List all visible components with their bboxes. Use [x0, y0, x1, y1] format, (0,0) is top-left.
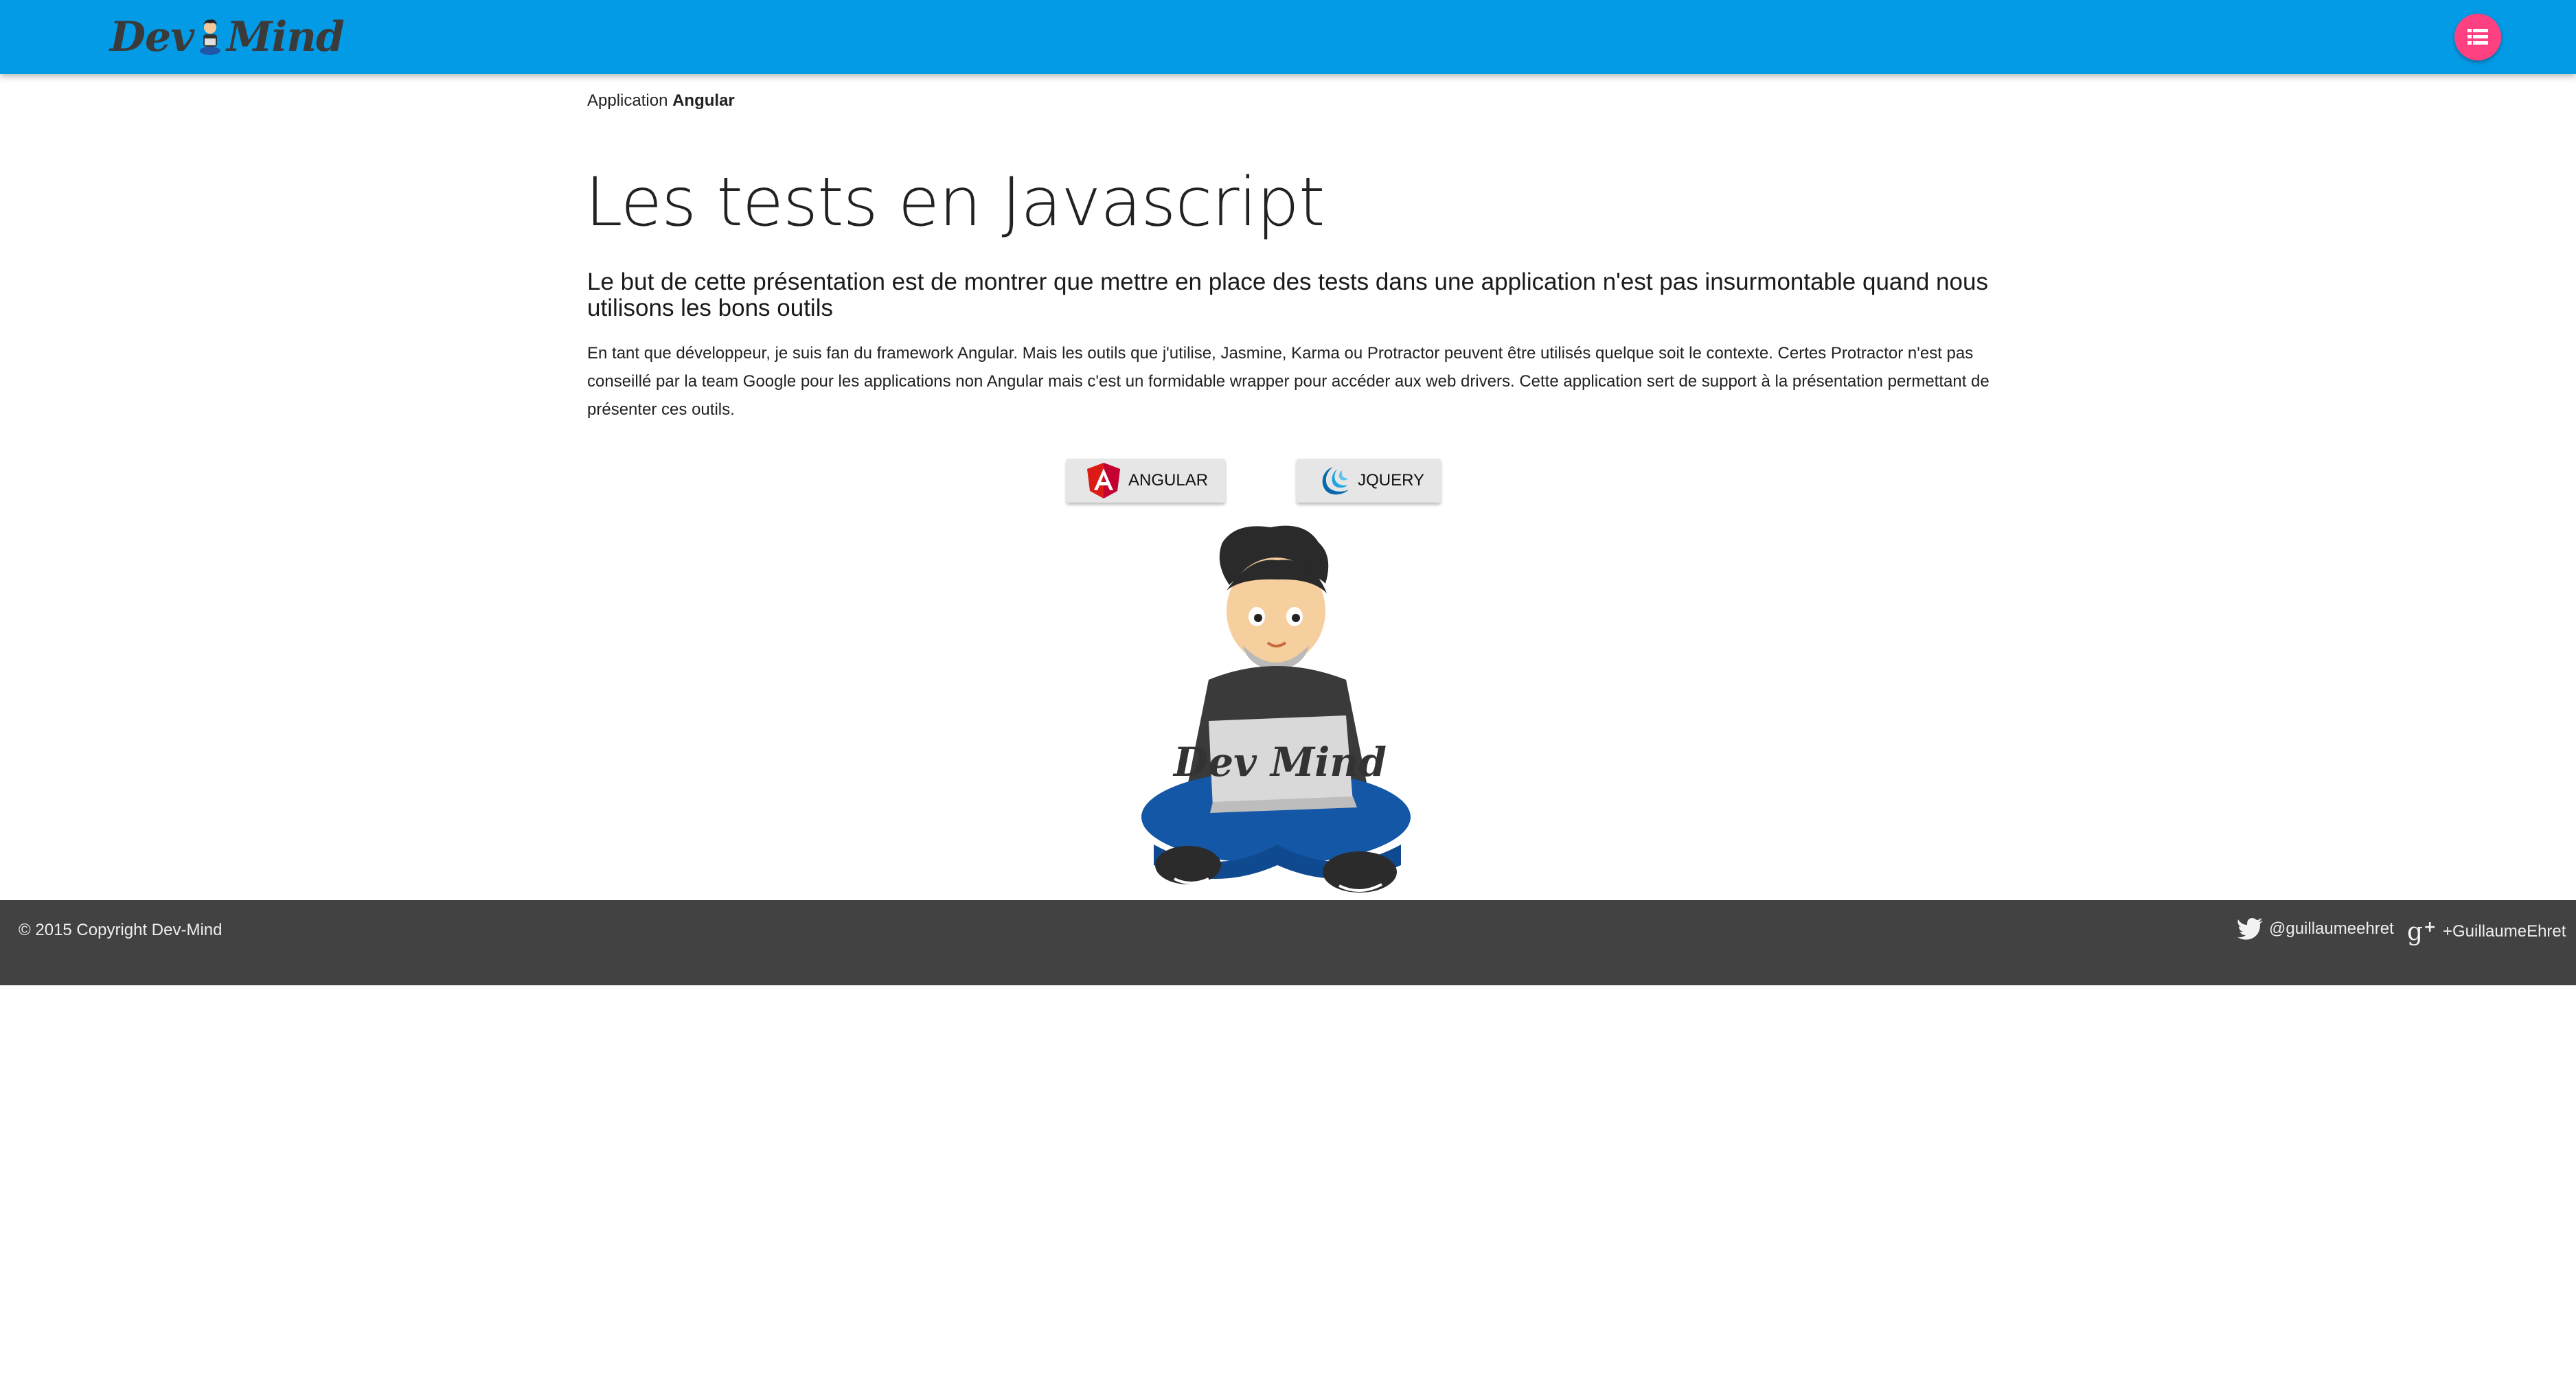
devmind-mascot-illustration: Dev Mind	[1141, 525, 1411, 893]
footer: © 2015 Copyright Dev-Mind @guillaumeehre…	[0, 900, 2576, 985]
svg-text:g: g	[2407, 918, 2423, 945]
angular-button[interactable]: ANGULAR	[1067, 459, 1225, 503]
breadcrumb-current: Angular	[672, 91, 735, 110]
breadcrumb: Application Angular	[587, 91, 735, 111]
google-plus-link[interactable]: g + +GuillaumeEhret	[2407, 918, 2566, 945]
twitter-handle: @guillaumeehret	[2269, 919, 2394, 938]
gplus-handle: +GuillaumeEhret	[2443, 922, 2566, 941]
top-app-bar: Dev Mind	[0, 0, 2576, 74]
twitter-icon	[2237, 918, 2263, 940]
list-icon	[2467, 29, 2488, 45]
copyright-text: © 2015 Copyright Dev-Mind	[19, 921, 223, 939]
breadcrumb-prefix: Application	[587, 91, 668, 110]
twitter-link[interactable]: @guillaumeehret	[2237, 918, 2394, 940]
jquery-button[interactable]: JQUERY	[1297, 459, 1441, 503]
description-paragraph: En tant que développeur, je suis fan du …	[587, 344, 1990, 419]
google-plus-icon: g +	[2407, 918, 2436, 945]
logo-text-mind: Mind	[227, 13, 345, 61]
angular-icon	[1087, 463, 1120, 498]
page-title: Les tests en Javascript	[585, 163, 1325, 242]
lead-paragraph: Le but de cette présentation est de mont…	[587, 268, 1988, 321]
svg-text:+: +	[2424, 919, 2436, 936]
angular-button-label: ANGULAR	[1128, 471, 1209, 490]
mascot-icon	[200, 19, 221, 55]
menu-button[interactable]	[2454, 14, 2501, 60]
logo-text-dev: Dev	[110, 13, 194, 61]
mascot-laptop-text: Dev Mind	[1172, 739, 1387, 785]
devmind-logo[interactable]: Dev Mind	[110, 12, 345, 62]
jquery-button-label: JQUERY	[1358, 471, 1424, 490]
jquery-icon	[1322, 467, 1349, 495]
